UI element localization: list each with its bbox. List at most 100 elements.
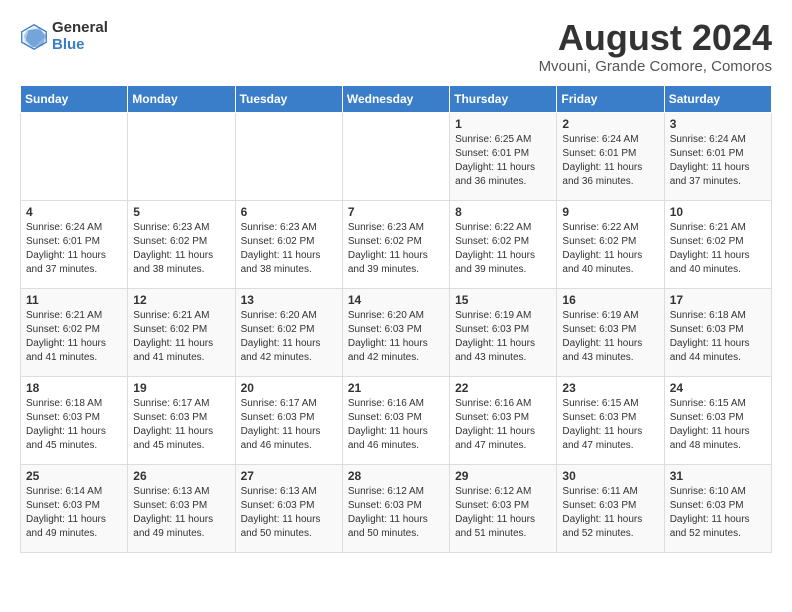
day-info: Sunrise: 6:20 AMSunset: 6:02 PMDaylight:…	[241, 309, 337, 365]
header-monday: Monday	[128, 86, 235, 113]
calendar-week-row: 4 Sunrise: 6:24 AMSunset: 6:01 PMDaylight…	[21, 201, 772, 289]
day-info: Sunrise: 6:23 AMSunset: 6:02 PMDaylight:…	[348, 221, 444, 277]
day-number: 16	[562, 293, 658, 307]
day-number: 21	[348, 381, 444, 395]
header-friday: Friday	[557, 86, 664, 113]
calendar-day-cell: 31 Sunrise: 6:10 AMSunset: 6:03 PMDayligh…	[664, 465, 771, 553]
day-number: 1	[455, 117, 551, 131]
day-info: Sunrise: 6:23 AMSunset: 6:02 PMDaylight:…	[133, 221, 229, 277]
day-number: 2	[562, 117, 658, 131]
day-info: Sunrise: 6:25 AMSunset: 6:01 PMDaylight:…	[455, 133, 551, 189]
calendar-day-cell	[128, 113, 235, 201]
calendar-day-cell	[342, 113, 449, 201]
day-info: Sunrise: 6:18 AMSunset: 6:03 PMDaylight:…	[670, 309, 766, 365]
calendar-day-cell: 19 Sunrise: 6:17 AMSunset: 6:03 PMDayligh…	[128, 377, 235, 465]
day-number: 6	[241, 205, 337, 219]
logo-general-text: General	[52, 20, 108, 37]
day-info: Sunrise: 6:14 AMSunset: 6:03 PMDaylight:…	[26, 485, 122, 541]
day-info: Sunrise: 6:21 AMSunset: 6:02 PMDaylight:…	[26, 309, 122, 365]
calendar-day-cell: 4 Sunrise: 6:24 AMSunset: 6:01 PMDaylight…	[21, 201, 128, 289]
calendar-week-row: 25 Sunrise: 6:14 AMSunset: 6:03 PMDayligh…	[21, 465, 772, 553]
day-number: 3	[670, 117, 766, 131]
day-number: 15	[455, 293, 551, 307]
calendar-day-cell: 21 Sunrise: 6:16 AMSunset: 6:03 PMDayligh…	[342, 377, 449, 465]
day-number: 28	[348, 469, 444, 483]
calendar-header-row: Sunday Monday Tuesday Wednesday Thursday…	[21, 86, 772, 113]
calendar-day-cell: 1 Sunrise: 6:25 AMSunset: 6:01 PMDaylight…	[450, 113, 557, 201]
day-number: 5	[133, 205, 229, 219]
calendar-day-cell: 27 Sunrise: 6:13 AMSunset: 6:03 PMDayligh…	[235, 465, 342, 553]
day-info: Sunrise: 6:15 AMSunset: 6:03 PMDaylight:…	[670, 397, 766, 453]
calendar-day-cell: 10 Sunrise: 6:21 AMSunset: 6:02 PMDayligh…	[664, 201, 771, 289]
day-info: Sunrise: 6:22 AMSunset: 6:02 PMDaylight:…	[455, 221, 551, 277]
day-info: Sunrise: 6:23 AMSunset: 6:02 PMDaylight:…	[241, 221, 337, 277]
header-sunday: Sunday	[21, 86, 128, 113]
calendar-day-cell: 13Sunrise: 6:20 AMSunset: 6:02 PMDayligh…	[235, 289, 342, 377]
day-number: 30	[562, 469, 658, 483]
day-info: Sunrise: 6:22 AMSunset: 6:02 PMDaylight:…	[562, 221, 658, 277]
calendar-day-cell	[21, 113, 128, 201]
day-number: 31	[670, 469, 766, 483]
day-info: Sunrise: 6:16 AMSunset: 6:03 PMDaylight:…	[348, 397, 444, 453]
calendar-day-cell: 8 Sunrise: 6:22 AMSunset: 6:02 PMDaylight…	[450, 201, 557, 289]
day-number: 23	[562, 381, 658, 395]
day-info: Sunrise: 6:13 AMSunset: 6:03 PMDaylight:…	[241, 485, 337, 541]
day-number: 14	[348, 293, 444, 307]
day-info: Sunrise: 6:16 AMSunset: 6:03 PMDaylight:…	[455, 397, 551, 453]
calendar-day-cell: 29Sunrise: 6:12 AMSunset: 6:03 PMDayligh…	[450, 465, 557, 553]
calendar-week-row: 1 Sunrise: 6:25 AMSunset: 6:01 PMDaylight…	[21, 113, 772, 201]
month-year-title: August 2024	[539, 20, 772, 56]
day-info: Sunrise: 6:12 AMSunset: 6:03 PMDaylight:…	[348, 485, 444, 541]
calendar-table: Sunday Monday Tuesday Wednesday Thursday…	[20, 85, 772, 553]
calendar-day-cell: 26 Sunrise: 6:13 AMSunset: 6:03 PMDayligh…	[128, 465, 235, 553]
day-info: Sunrise: 6:19 AMSunset: 6:03 PMDaylight:…	[455, 309, 551, 365]
day-number: 12	[133, 293, 229, 307]
day-info: Sunrise: 6:24 AMSunset: 6:01 PMDaylight:…	[562, 133, 658, 189]
day-number: 10	[670, 205, 766, 219]
header-tuesday: Tuesday	[235, 86, 342, 113]
calendar-day-cell: 16Sunrise: 6:19 AMSunset: 6:03 PMDayligh…	[557, 289, 664, 377]
day-number: 26	[133, 469, 229, 483]
day-number: 20	[241, 381, 337, 395]
day-number: 24	[670, 381, 766, 395]
day-number: 27	[241, 469, 337, 483]
header-saturday: Saturday	[664, 86, 771, 113]
day-number: 25	[26, 469, 122, 483]
day-info: Sunrise: 6:21 AMSunset: 6:02 PMDaylight:…	[133, 309, 229, 365]
location-subtitle: Mvouni, Grande Comore, Comoros	[539, 58, 772, 75]
calendar-day-cell: 7 Sunrise: 6:23 AMSunset: 6:02 PMDaylight…	[342, 201, 449, 289]
day-number: 7	[348, 205, 444, 219]
day-info: Sunrise: 6:24 AMSunset: 6:01 PMDaylight:…	[26, 221, 122, 277]
calendar-day-cell: 2 Sunrise: 6:24 AMSunset: 6:01 PMDaylight…	[557, 113, 664, 201]
calendar-day-cell: 12 Sunrise: 6:21 AMSunset: 6:02 PMDayligh…	[128, 289, 235, 377]
day-info: Sunrise: 6:17 AMSunset: 6:03 PMDaylight:…	[133, 397, 229, 453]
day-number: 11	[26, 293, 122, 307]
calendar-week-row: 18Sunrise: 6:18 AMSunset: 6:03 PMDayligh…	[21, 377, 772, 465]
logo-text: General Blue	[52, 20, 108, 53]
day-number: 18	[26, 381, 122, 395]
day-number: 19	[133, 381, 229, 395]
calendar-day-cell: 5 Sunrise: 6:23 AMSunset: 6:02 PMDaylight…	[128, 201, 235, 289]
header-thursday: Thursday	[450, 86, 557, 113]
day-info: Sunrise: 6:21 AMSunset: 6:02 PMDaylight:…	[670, 221, 766, 277]
calendar-day-cell: 11 Sunrise: 6:21 AMSunset: 6:02 PMDayligh…	[21, 289, 128, 377]
day-number: 17	[670, 293, 766, 307]
calendar-day-cell: 3 Sunrise: 6:24 AMSunset: 6:01 PMDaylight…	[664, 113, 771, 201]
day-info: Sunrise: 6:24 AMSunset: 6:01 PMDaylight:…	[670, 133, 766, 189]
calendar-day-cell: 17 Sunrise: 6:18 AMSunset: 6:03 PMDayligh…	[664, 289, 771, 377]
day-number: 22	[455, 381, 551, 395]
logo: General Blue	[20, 20, 108, 53]
calendar-day-cell: 30 Sunrise: 6:11 AMSunset: 6:03 PMDayligh…	[557, 465, 664, 553]
day-info: Sunrise: 6:11 AMSunset: 6:03 PMDaylight:…	[562, 485, 658, 541]
calendar-day-cell: 23Sunrise: 6:15 AMSunset: 6:03 PMDayligh…	[557, 377, 664, 465]
day-number: 8	[455, 205, 551, 219]
day-number: 29	[455, 469, 551, 483]
day-info: Sunrise: 6:10 AMSunset: 6:03 PMDaylight:…	[670, 485, 766, 541]
calendar-day-cell: 9Sunrise: 6:22 AMSunset: 6:02 PMDaylight…	[557, 201, 664, 289]
day-number: 4	[26, 205, 122, 219]
day-info: Sunrise: 6:20 AMSunset: 6:03 PMDaylight:…	[348, 309, 444, 365]
day-info: Sunrise: 6:13 AMSunset: 6:03 PMDaylight:…	[133, 485, 229, 541]
header-wednesday: Wednesday	[342, 86, 449, 113]
title-block: August 2024 Mvouni, Grande Comore, Comor…	[539, 20, 772, 75]
calendar-day-cell: 6 Sunrise: 6:23 AMSunset: 6:02 PMDaylight…	[235, 201, 342, 289]
